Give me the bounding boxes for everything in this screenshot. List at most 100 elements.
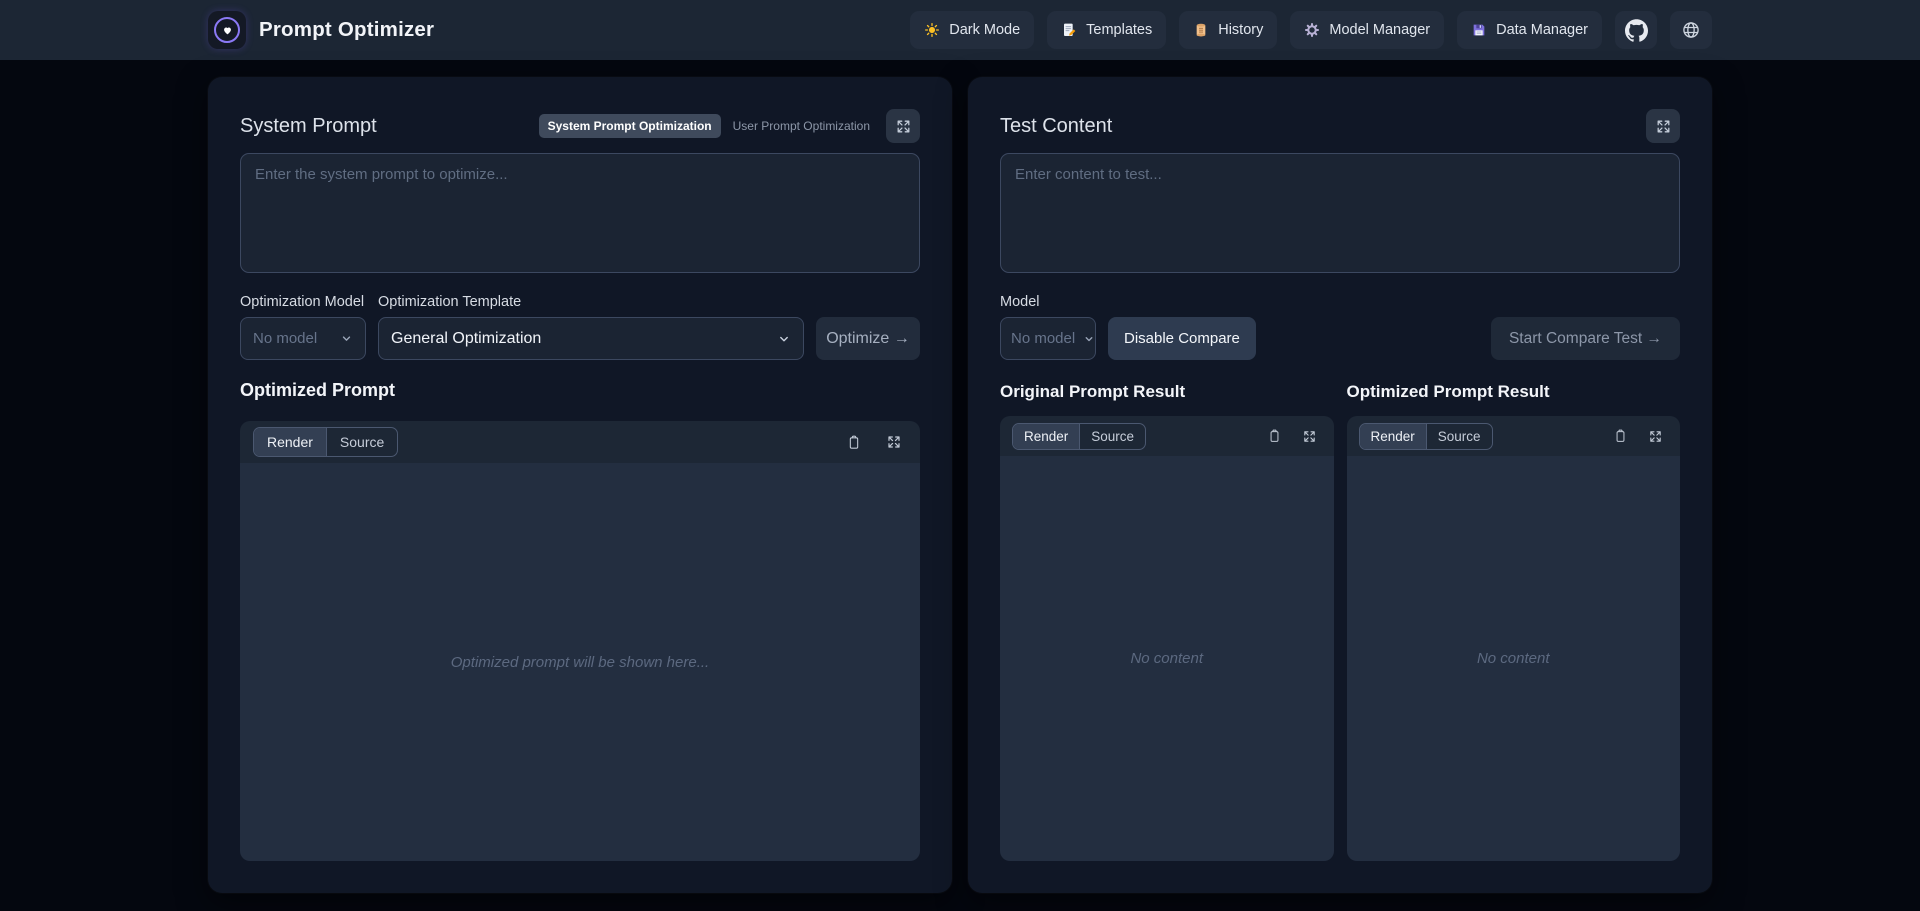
- system-prompt-input[interactable]: [240, 153, 920, 273]
- original-result-column: Original Prompt Result Render Source: [1000, 382, 1334, 861]
- model-manager-button[interactable]: Model Manager: [1290, 11, 1444, 49]
- system-prompt-card: System Prompt System Prompt Optimization…: [208, 77, 952, 893]
- expand-icon: [1655, 118, 1672, 135]
- test-content-header: Test Content: [1000, 109, 1680, 143]
- model-manager-label: Model Manager: [1329, 22, 1430, 38]
- disable-compare-button[interactable]: Disable Compare: [1108, 317, 1256, 360]
- system-prompt-fullscreen-button[interactable]: [886, 109, 920, 143]
- sun-icon: [924, 22, 940, 38]
- github-button[interactable]: [1615, 11, 1657, 49]
- optimization-template-label: Optimization Template: [378, 294, 804, 310]
- optimization-model-label: Optimization Model: [240, 294, 366, 310]
- chevron-down-icon: [1083, 333, 1095, 345]
- dark-mode-label: Dark Mode: [949, 22, 1020, 38]
- start-compare-test-button[interactable]: Start Compare Test →: [1491, 317, 1680, 360]
- original-result-empty-text: No content: [1130, 650, 1203, 667]
- test-content-input[interactable]: [1000, 153, 1680, 273]
- test-controls: No model Disable Compare Start Compare T…: [1000, 317, 1680, 360]
- test-content-card: Test Content Model No model Disable Comp…: [968, 77, 1712, 893]
- app-logo: [208, 11, 246, 49]
- github-icon: [1625, 19, 1648, 42]
- optimized-prompt-title: Optimized Prompt: [240, 380, 920, 401]
- original-result-panel: Render Source: [1000, 416, 1334, 861]
- test-model-value: No model: [1011, 330, 1075, 347]
- language-button[interactable]: [1670, 11, 1712, 49]
- source-tab[interactable]: Source: [1079, 424, 1145, 449]
- logo-ring: [214, 17, 240, 43]
- optimization-model-value: No model: [253, 330, 317, 347]
- history-label: History: [1218, 22, 1263, 38]
- expand-icon: [1302, 429, 1317, 444]
- main-content: System Prompt System Prompt Optimization…: [208, 77, 1712, 893]
- heart-icon: [222, 25, 233, 36]
- system-prompt-header-actions: System Prompt Optimization User Prompt O…: [539, 109, 920, 143]
- expand-icon: [886, 434, 902, 450]
- render-tab[interactable]: Render: [1013, 424, 1079, 449]
- chevron-down-icon: [340, 332, 353, 345]
- scroll-icon: [1193, 22, 1209, 38]
- optimized-result-empty-text: No content: [1477, 650, 1550, 667]
- panel-tools: [846, 434, 907, 451]
- optimized-prompt-panel: Render Source: [240, 421, 920, 861]
- system-prompt-title: System Prompt: [240, 115, 377, 138]
- test-content-fullscreen-button[interactable]: [1646, 109, 1680, 143]
- panel-fullscreen-button[interactable]: [1648, 429, 1663, 444]
- optimized-result-panel: Render Source: [1347, 416, 1681, 861]
- model-label: Model: [1000, 294, 1680, 310]
- data-manager-button[interactable]: Data Manager: [1457, 11, 1602, 49]
- chevron-down-icon: [777, 332, 791, 346]
- clipboard-icon: [1613, 428, 1628, 444]
- history-button[interactable]: History: [1179, 11, 1277, 49]
- gear-icon: [1304, 22, 1320, 38]
- copy-button[interactable]: [846, 434, 862, 451]
- optimized-prompt-panel-header: Render Source: [240, 421, 920, 463]
- system-prompt-header: System Prompt System Prompt Optimization…: [240, 109, 920, 143]
- optimized-result-column: Optimized Prompt Result Render Source: [1347, 382, 1681, 861]
- globe-icon: [1681, 20, 1701, 40]
- optimization-model-select[interactable]: No model: [240, 317, 366, 360]
- tab-user-prompt-optimization[interactable]: User Prompt Optimization: [733, 119, 870, 133]
- optimized-result-body: No content: [1347, 456, 1681, 861]
- dark-mode-button[interactable]: Dark Mode: [910, 11, 1034, 49]
- app-title: Prompt Optimizer: [259, 18, 434, 42]
- test-content-title: Test Content: [1000, 115, 1112, 138]
- source-tab[interactable]: Source: [1426, 424, 1492, 449]
- copy-button[interactable]: [1267, 428, 1282, 444]
- panel-tools: [1267, 428, 1322, 444]
- brand: Prompt Optimizer: [208, 11, 434, 49]
- templates-label: Templates: [1086, 22, 1152, 38]
- optimized-prompt-empty-text: Optimized prompt will be shown here...: [451, 654, 709, 671]
- optimization-template-select[interactable]: General Optimization: [378, 317, 804, 360]
- optimized-prompt-body: Optimized prompt will be shown here...: [240, 463, 920, 861]
- nav-actions: Dark Mode Templates Histo: [910, 11, 1712, 49]
- memo-icon: [1061, 22, 1077, 38]
- clipboard-icon: [1267, 428, 1282, 444]
- view-mode-toggle: Render Source: [253, 427, 398, 457]
- prompt-mode-toggle: System Prompt Optimization User Prompt O…: [539, 114, 870, 138]
- panel-fullscreen-button[interactable]: [1302, 429, 1317, 444]
- panel-tools: [1613, 428, 1668, 444]
- render-tab[interactable]: Render: [1360, 424, 1426, 449]
- expand-icon: [1648, 429, 1663, 444]
- optimization-controls: Optimization Model Optimization Template…: [240, 294, 920, 360]
- floppy-icon: [1471, 22, 1487, 38]
- optimize-button[interactable]: Optimize →: [816, 317, 920, 360]
- render-tab[interactable]: Render: [254, 428, 326, 456]
- view-mode-toggle: Render Source: [1359, 423, 1493, 450]
- results-row: Original Prompt Result Render Source: [1000, 382, 1680, 861]
- templates-button[interactable]: Templates: [1047, 11, 1166, 49]
- optimized-result-panel-header: Render Source: [1347, 416, 1681, 456]
- source-tab[interactable]: Source: [326, 428, 397, 456]
- tab-system-prompt-optimization[interactable]: System Prompt Optimization: [539, 114, 721, 138]
- data-manager-label: Data Manager: [1496, 22, 1588, 38]
- copy-button[interactable]: [1613, 428, 1628, 444]
- original-result-body: No content: [1000, 456, 1334, 861]
- original-result-panel-header: Render Source: [1000, 416, 1334, 456]
- test-model-select[interactable]: No model: [1000, 317, 1096, 360]
- optimization-template-value: General Optimization: [391, 330, 541, 348]
- panel-fullscreen-button[interactable]: [886, 434, 902, 450]
- clipboard-icon: [846, 434, 862, 451]
- view-mode-toggle: Render Source: [1012, 423, 1146, 450]
- original-result-title: Original Prompt Result: [1000, 382, 1334, 402]
- optimized-result-title: Optimized Prompt Result: [1347, 382, 1681, 402]
